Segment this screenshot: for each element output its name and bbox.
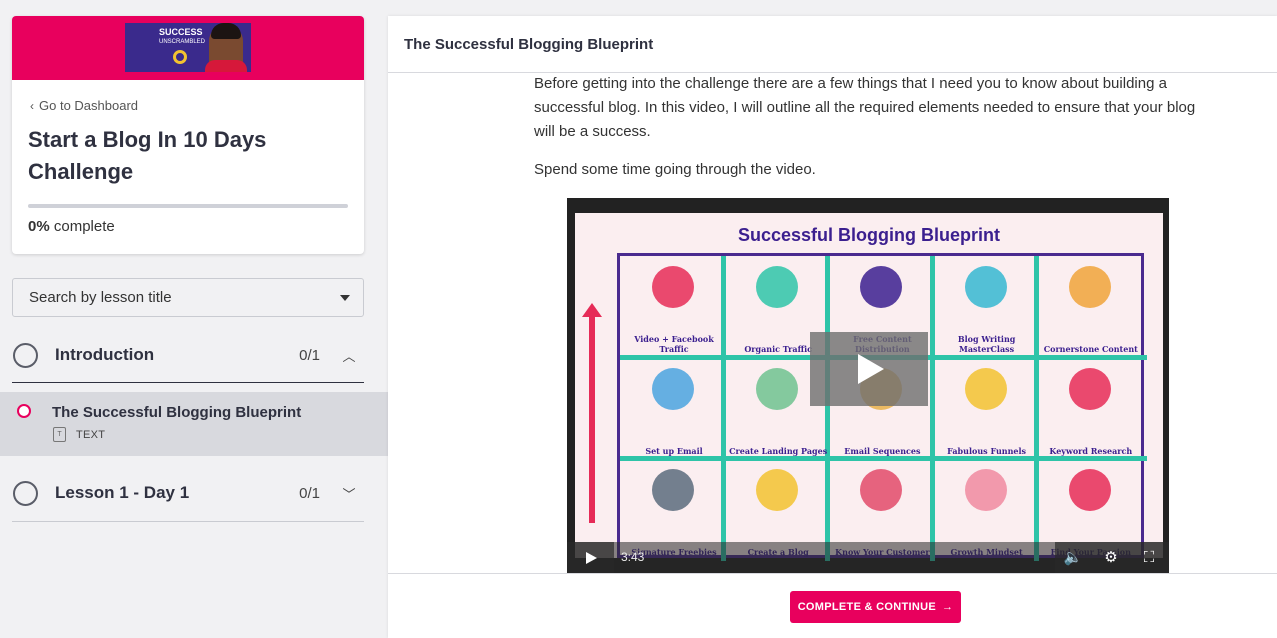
blueprint-cell-icon [1068, 367, 1111, 410]
blueprint-cell: Blog Writing MasterClass [935, 258, 1039, 358]
lesson-header-title: The Successful Blogging Blueprint [404, 36, 654, 53]
big-play-button[interactable] [810, 332, 928, 406]
blueprint-cell-icon [860, 469, 903, 512]
text-lesson-icon: T [53, 427, 66, 442]
blueprint-cell-icon [964, 266, 1007, 308]
blueprint-cell-label: Fabulous Funnels [947, 445, 1027, 456]
fullscreen-icon[interactable]: ⛶ [1139, 548, 1159, 568]
blueprint-cell-label: Create Landing Pages [729, 445, 828, 456]
blueprint-cell: Set up Email [622, 360, 726, 460]
lesson-title: The Successful Blogging Blueprint [52, 404, 302, 421]
blueprint-cell-label: Email Sequences [844, 445, 921, 456]
complete-and-continue-button[interactable]: COMPLETE & CONTINUE → [790, 591, 961, 623]
lesson-type: TEXT [76, 429, 106, 441]
video-progress-bar[interactable]: 3:43 [614, 542, 1055, 573]
chevron-left-icon: ‹ [30, 98, 34, 113]
blueprint-cell-icon [756, 367, 799, 410]
arrow-icon [582, 303, 602, 523]
blueprint-cell-icon [964, 469, 1007, 512]
lesson-content-panel: The Successful Blogging Blueprint Before… [388, 16, 1277, 638]
course-card: SUCCESS UNSCRAMBLED ‹ Go to Dashboard St… [12, 16, 364, 254]
blueprint-cell-icon [964, 367, 1007, 410]
blueprint-cell-label: Blog Writing MasterClass [957, 334, 1016, 354]
divider [12, 382, 364, 383]
go-to-dashboard-link[interactable]: ‹ Go to Dashboard [30, 98, 138, 113]
blueprint-cell: Cornerstone Content [1039, 258, 1143, 358]
chapter-count: 0/1 [299, 484, 320, 502]
blueprint-cell-icon [1068, 266, 1111, 308]
progress-text: 0% complete [28, 218, 115, 235]
dashboard-link-label: Go to Dashboard [39, 98, 139, 113]
blueprint-cell-label: Cornerstone Content [1043, 344, 1138, 354]
blueprint-cell-label: Video + Facebook Traffic [634, 334, 714, 354]
video-time: 3:43 [621, 550, 645, 564]
lesson-paragraph: Spend some time going through the video. [534, 161, 816, 178]
blueprint-cell-icon [652, 266, 694, 308]
lesson-status-circle-icon [17, 404, 31, 418]
logo-text: SUCCESS UNSCRAMBLED [159, 27, 206, 45]
blueprint-cell-icon [860, 266, 903, 308]
volume-icon[interactable]: 🔈 [1063, 548, 1083, 568]
chapter-status-circle-icon [13, 342, 38, 368]
video-control-group: 🔈 ⚙ ⛶ [1055, 542, 1169, 573]
course-logo-image: SUCCESS UNSCRAMBLED [125, 23, 251, 72]
chapter-lesson-1[interactable]: Lesson 1 - Day 1 0/1 ﹀ [12, 472, 364, 514]
blueprint-cell: Fabulous Funnels [935, 360, 1039, 460]
blueprint-cell: Video + Facebook Traffic [622, 258, 726, 358]
lesson-header: The Successful Blogging Blueprint [388, 16, 1277, 73]
course-banner: SUCCESS UNSCRAMBLED [12, 16, 364, 80]
caret-down-icon [340, 295, 350, 301]
video-title: Successful Blogging Blueprint [737, 225, 1001, 245]
chapter-count: 0/1 [299, 346, 320, 364]
lesson-search-select[interactable]: Search by lesson title [12, 278, 364, 317]
progress-bar [28, 204, 348, 208]
chevron-up-icon[interactable]: ︿ [342, 346, 356, 365]
chapter-title: Lesson 1 - Day 1 [55, 483, 190, 502]
chapter-title: Introduction [55, 345, 155, 364]
blueprint-cell-icon [1068, 469, 1111, 512]
play-button[interactable] [567, 542, 614, 573]
sidebar: SUCCESS UNSCRAMBLED ‹ Go to Dashboard St… [0, 0, 388, 638]
divider [12, 521, 364, 522]
lesson-item-active[interactable]: The Successful Blogging Blueprint T TEXT [0, 392, 388, 456]
chapter-status-circle-icon [13, 480, 38, 506]
video-player[interactable]: Successful Blogging Blueprint Video + Fa… [567, 198, 1169, 573]
blueprint-cell-icon [652, 367, 694, 410]
video-controls: 3:43 🔈 ⚙ ⛶ [567, 542, 1169, 573]
blueprint-cell-icon [652, 469, 694, 512]
settings-gear-icon[interactable]: ⚙ [1101, 548, 1121, 568]
complete-button-label: COMPLETE & CONTINUE [797, 601, 936, 613]
lesson-paragraph: Before getting into the challenge there … [534, 75, 1196, 140]
blueprint-cell: Keyword Research [1039, 360, 1143, 460]
chapter-introduction[interactable]: Introduction 0/1 ︿ [12, 334, 364, 376]
arrow-right-icon: → [942, 601, 954, 613]
blueprint-cell-icon [756, 266, 799, 308]
blueprint-cell-icon [756, 469, 799, 512]
blueprint-cell-label: Keyword Research [1049, 445, 1133, 456]
blueprint-cell-label: Set up Email [645, 445, 703, 456]
chevron-down-icon[interactable]: ﹀ [342, 484, 356, 503]
course-title: Start a Blog In 10 Days Challenge [28, 127, 267, 184]
lesson-footer: COMPLETE & CONTINUE → [388, 573, 1277, 638]
search-placeholder: Search by lesson title [29, 289, 172, 306]
